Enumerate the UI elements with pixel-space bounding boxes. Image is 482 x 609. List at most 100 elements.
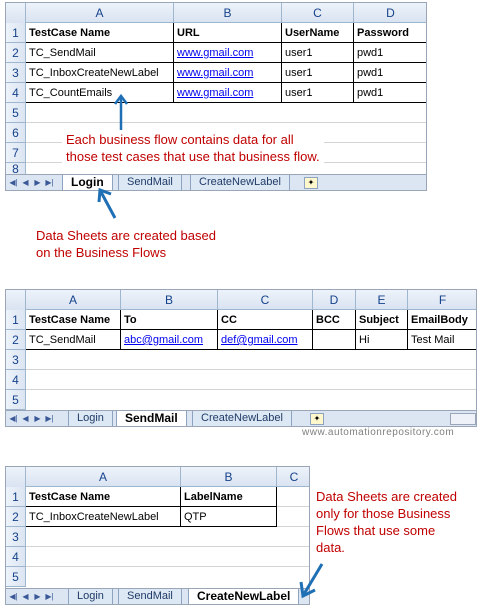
column-header-a[interactable]: A <box>26 467 181 487</box>
next-sheet-icon[interactable]: ▶ <box>33 592 42 602</box>
empty-row-3[interactable] <box>26 527 309 547</box>
row-header-5[interactable]: 5 <box>6 390 26 410</box>
first-sheet-icon[interactable]: ◀| <box>9 592 18 602</box>
cell-e1[interactable]: Subject <box>356 310 408 330</box>
cell-b2[interactable]: QTP <box>181 507 277 527</box>
empty-row-1-c[interactable] <box>277 487 309 507</box>
next-sheet-icon[interactable]: ▶ <box>33 414 42 424</box>
cell-a1[interactable]: TestCase Name <box>26 310 121 330</box>
cell-d1[interactable]: BCC <box>313 310 356 330</box>
empty-row-3[interactable] <box>26 350 476 370</box>
next-sheet-icon[interactable]: ▶ <box>33 178 42 188</box>
empty-row-4[interactable] <box>26 370 476 390</box>
cell-a1[interactable]: TestCase Name <box>26 487 181 507</box>
tab-login[interactable]: Login <box>68 411 113 426</box>
tab-login[interactable]: Login <box>68 589 113 604</box>
tab-sendmail[interactable]: SendMail <box>116 411 187 426</box>
column-header-c[interactable]: C <box>277 467 309 487</box>
cell-a2[interactable]: TC_InboxCreateNewLabel <box>26 507 181 527</box>
row-header-3[interactable]: 3 <box>6 527 26 547</box>
last-sheet-icon[interactable]: ▶| <box>45 592 54 602</box>
select-all-corner[interactable] <box>6 467 26 487</box>
insert-sheet-icon[interactable]: ✦ <box>310 413 324 425</box>
cell-c2[interactable]: user1 <box>282 43 354 63</box>
cell-b1[interactable]: LabelName <box>181 487 277 507</box>
first-sheet-icon[interactable]: ◀| <box>9 178 18 188</box>
cell-f2[interactable]: Test Mail <box>408 330 476 350</box>
only-used-flows-note-line3: Flows that use some <box>316 523 436 538</box>
insert-sheet-icon[interactable]: ✦ <box>304 177 318 189</box>
row-header-2[interactable]: 2 <box>6 330 26 350</box>
cell-a2[interactable]: TC_SendMail <box>26 43 174 63</box>
cell-f1[interactable]: EmailBody <box>408 310 476 330</box>
cell-c2-link[interactable]: def@gmail.com <box>218 330 313 350</box>
row-header-4[interactable]: 4 <box>6 370 26 390</box>
cell-d2[interactable] <box>313 330 356 350</box>
prev-sheet-icon[interactable]: ◀ <box>21 592 30 602</box>
cell-c4[interactable]: user1 <box>282 83 354 103</box>
column-header-a[interactable]: A <box>26 290 121 310</box>
cell-b1[interactable]: To <box>121 310 218 330</box>
row-header-7[interactable]: 7 <box>6 143 26 163</box>
row-header-1[interactable]: 1 <box>6 310 26 330</box>
row-header-5[interactable]: 5 <box>6 567 26 587</box>
row-header-2[interactable]: 2 <box>6 43 26 63</box>
row-header-3[interactable]: 3 <box>6 350 26 370</box>
row-header-6[interactable]: 6 <box>6 123 26 143</box>
cell-c1[interactable]: UserName <box>282 23 354 43</box>
empty-row-4[interactable] <box>26 547 309 567</box>
prev-sheet-icon[interactable]: ◀ <box>21 414 30 424</box>
row-header-2[interactable]: 2 <box>6 507 26 527</box>
empty-row-5[interactable] <box>26 103 426 123</box>
tab-createnewlabel[interactable]: CreateNewLabel <box>190 175 290 190</box>
prev-sheet-icon[interactable]: ◀ <box>21 178 30 188</box>
cell-c3[interactable]: user1 <box>282 63 354 83</box>
last-sheet-icon[interactable]: ▶| <box>45 178 54 188</box>
cell-c1[interactable]: CC <box>218 310 313 330</box>
column-header-d[interactable]: D <box>354 3 426 23</box>
tab-sendmail[interactable]: SendMail <box>118 175 182 190</box>
row-header-3[interactable]: 3 <box>6 63 26 83</box>
sheet-tab-bar: ◀| ◀ ▶ ▶| Login SendMail CreateNewLabel … <box>6 174 426 190</box>
cell-a4[interactable]: TC_CountEmails <box>26 83 174 103</box>
cell-a2[interactable]: TC_SendMail <box>26 330 121 350</box>
empty-row-2-c[interactable] <box>277 507 309 527</box>
row-header-4[interactable]: 4 <box>6 547 26 567</box>
column-header-b[interactable]: B <box>181 467 277 487</box>
column-header-c[interactable]: C <box>218 290 313 310</box>
cell-d1[interactable]: Password <box>354 23 426 43</box>
cell-a3[interactable]: TC_InboxCreateNewLabel <box>26 63 174 83</box>
column-header-b[interactable]: B <box>174 3 282 23</box>
horizontal-scrollbar[interactable] <box>450 413 476 425</box>
first-sheet-icon[interactable]: ◀| <box>9 414 18 424</box>
cell-e2[interactable]: Hi <box>356 330 408 350</box>
data-sheets-note: Data Sheets are created based on the Bus… <box>36 227 216 261</box>
last-sheet-icon[interactable]: ▶| <box>45 414 54 424</box>
data-sheets-note-line2: on the Business Flows <box>36 245 167 260</box>
row-header-1[interactable]: 1 <box>6 23 26 43</box>
cell-b4-link[interactable]: www.gmail.com <box>174 83 282 103</box>
row-header-4[interactable]: 4 <box>6 83 26 103</box>
column-header-e[interactable]: E <box>356 290 408 310</box>
cell-b1[interactable]: URL <box>174 23 282 43</box>
column-header-b[interactable]: B <box>121 290 218 310</box>
column-header-f[interactable]: F <box>408 290 476 310</box>
cell-d3[interactable]: pwd1 <box>354 63 426 83</box>
select-all-corner[interactable] <box>6 290 26 310</box>
tab-sendmail[interactable]: SendMail <box>118 589 182 604</box>
row-header-5[interactable]: 5 <box>6 103 26 123</box>
cell-d2[interactable]: pwd1 <box>354 43 426 63</box>
select-all-corner[interactable] <box>6 3 26 23</box>
column-header-c[interactable]: C <box>282 3 354 23</box>
row-header-1[interactable]: 1 <box>6 487 26 507</box>
cell-b3-link[interactable]: www.gmail.com <box>174 63 282 83</box>
tab-createnewlabel[interactable]: CreateNewLabel <box>192 411 292 426</box>
only-used-flows-note-line2: only for those Business <box>316 506 451 521</box>
cell-d4[interactable]: pwd1 <box>354 83 426 103</box>
tab-createnewlabel[interactable]: CreateNewLabel <box>188 589 300 604</box>
cell-b2-link[interactable]: abc@gmail.com <box>121 330 218 350</box>
column-header-d[interactable]: D <box>313 290 356 310</box>
cell-a1[interactable]: TestCase Name <box>26 23 174 43</box>
column-header-a[interactable]: A <box>26 3 174 23</box>
cell-b2-link[interactable]: www.gmail.com <box>174 43 282 63</box>
